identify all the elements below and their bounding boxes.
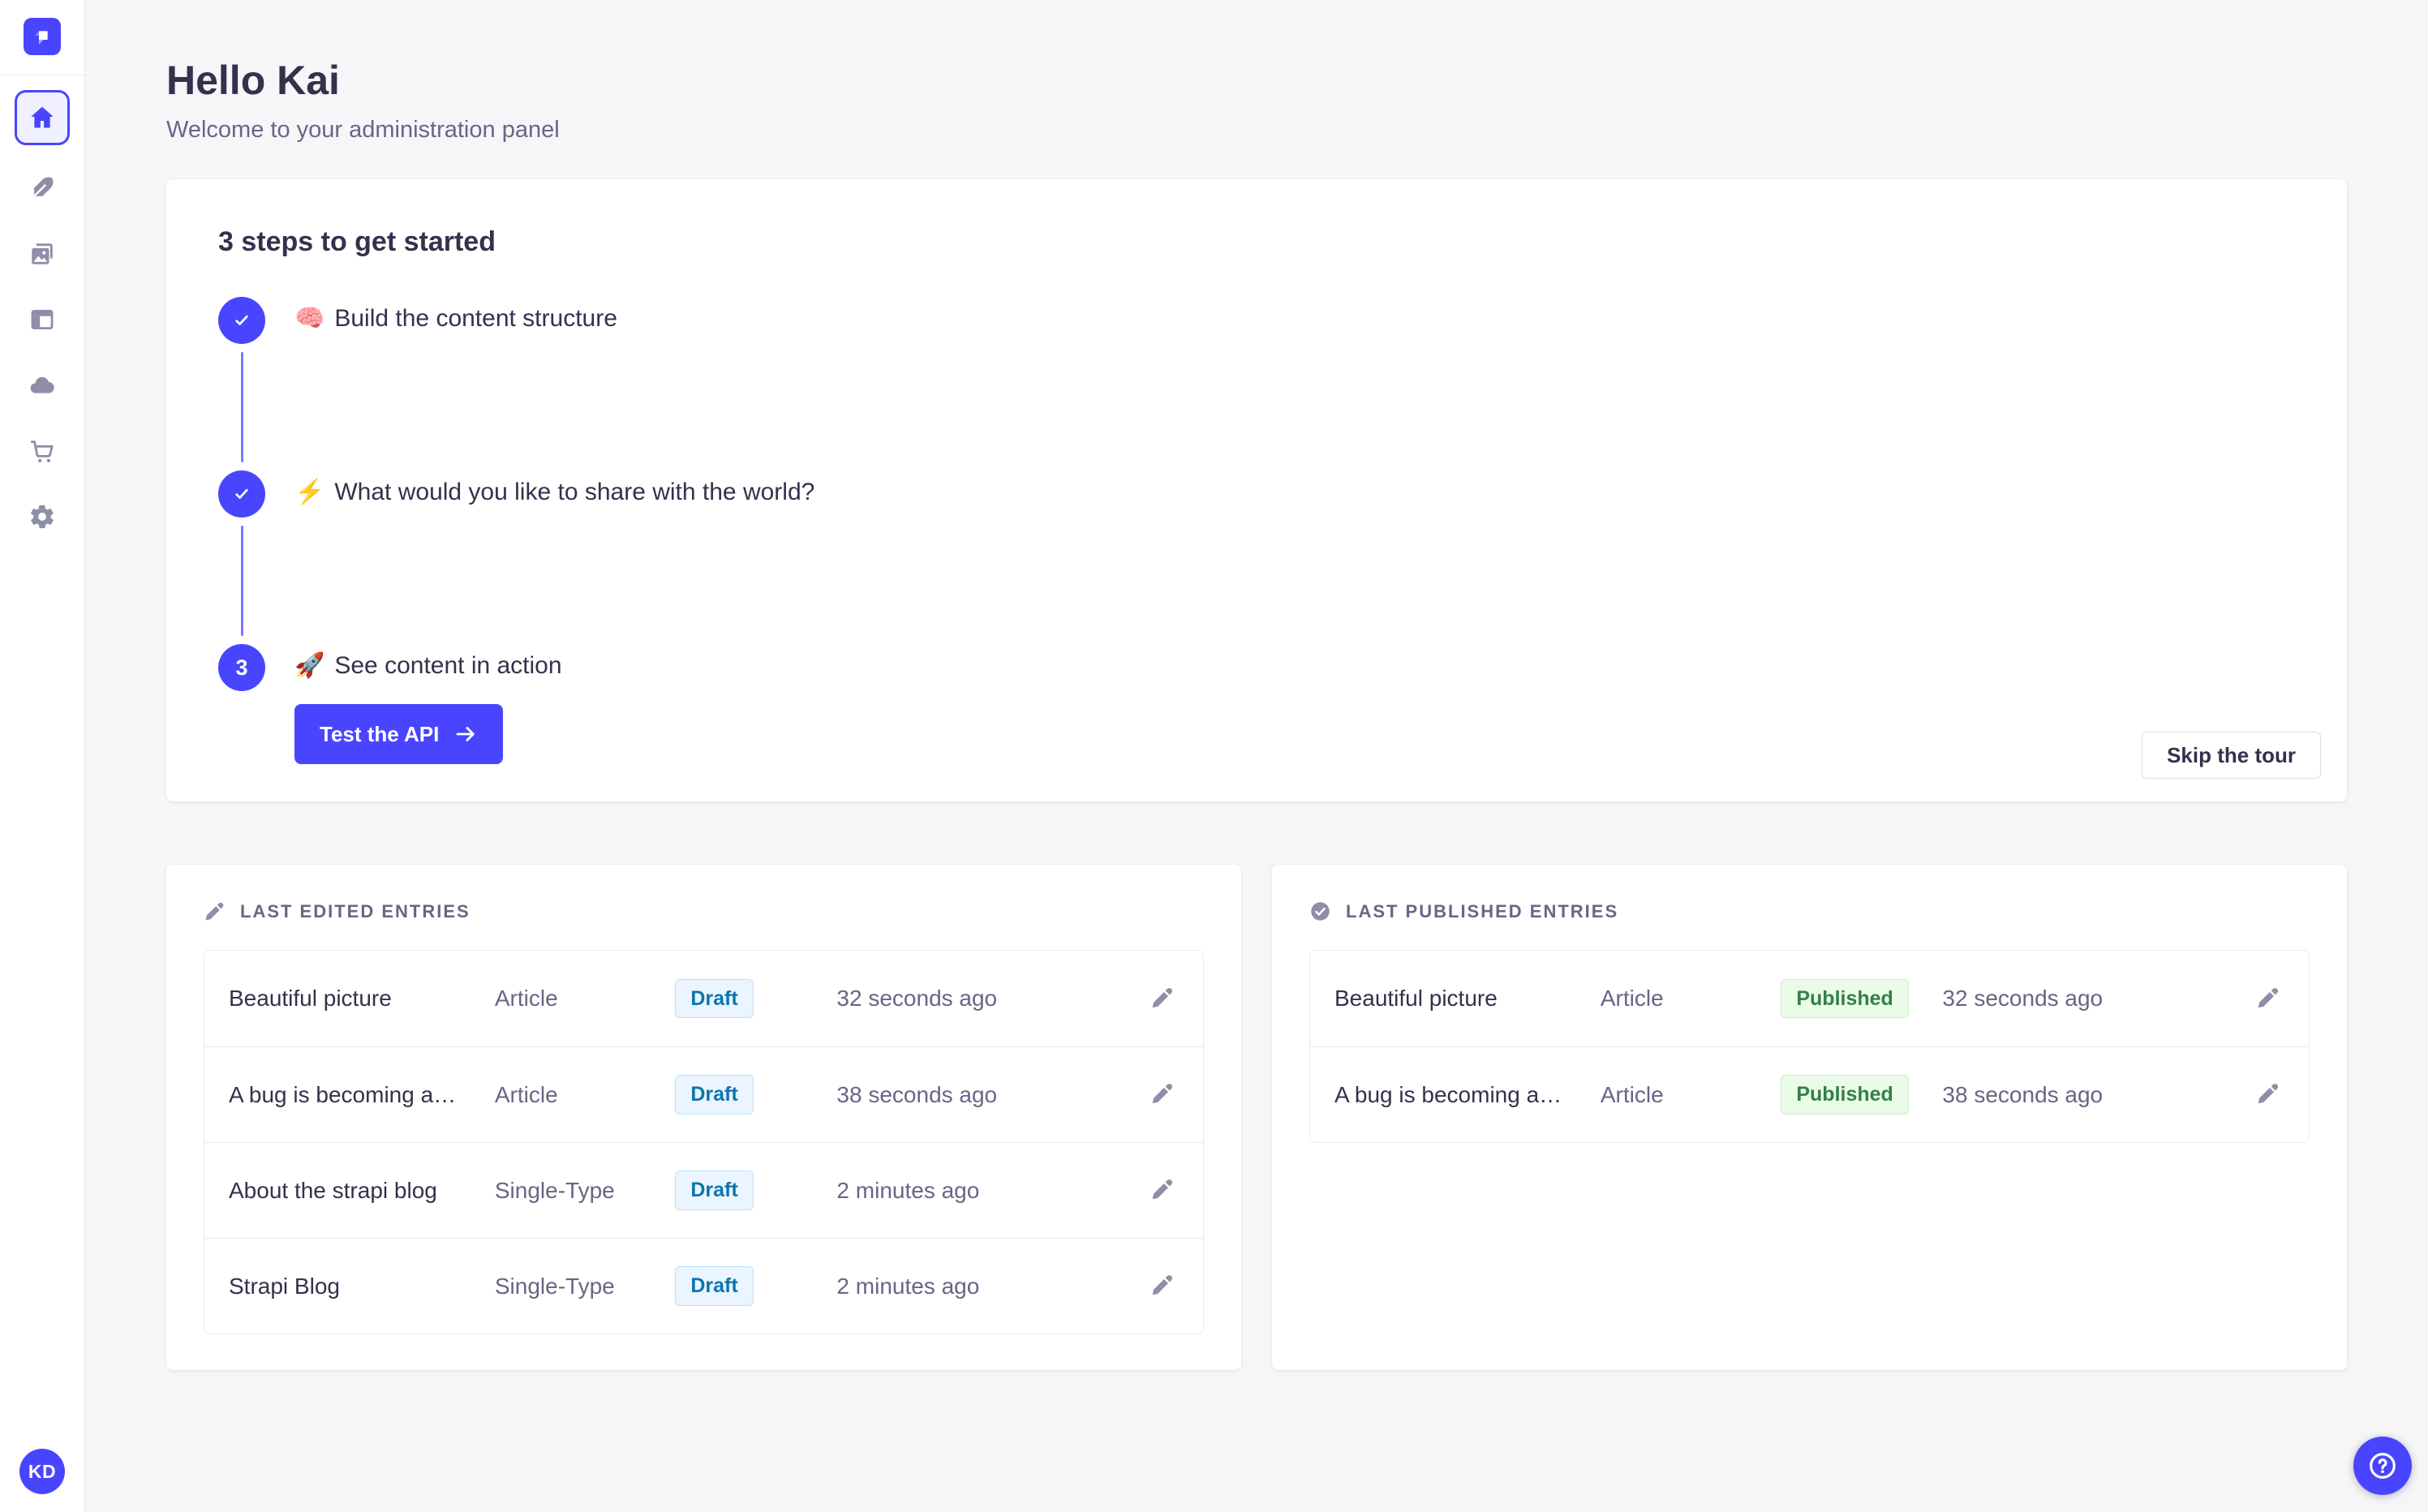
status-badge: Draft <box>675 1171 754 1210</box>
step-connector <box>240 526 243 636</box>
step-2-done-icon <box>218 470 265 518</box>
pencil-icon <box>1152 1179 1173 1200</box>
status-badge: Draft <box>675 978 754 1019</box>
sidebar-item-settings[interactable] <box>28 503 56 530</box>
onboarding-card: 3 steps to get started 🧠 Build the conte… <box>166 179 2347 801</box>
step-see-content-in-action: 3 🚀 See content in action Test the API <box>218 644 2295 764</box>
step-1-done-icon <box>218 297 265 344</box>
last-edited-table: Beautiful picture Article Draft 32 secon… <box>204 950 1204 1334</box>
step-3-number-badge: 3 <box>218 644 265 691</box>
page-subtitle: Welcome to your administration panel <box>166 117 560 143</box>
checkmark-icon <box>235 315 248 325</box>
status-badge: Draft <box>675 1266 754 1306</box>
entries-panels: LAST EDITED ENTRIES Beautiful picture Ar… <box>166 865 2347 1370</box>
status-badge: Published <box>1781 978 1909 1019</box>
sidebar-item-content-type-builder[interactable] <box>28 306 56 333</box>
page-title: Hello Kai <box>166 58 340 103</box>
lightning-emoji-icon: ⚡ <box>294 479 325 505</box>
home-icon <box>31 106 54 128</box>
edit-entry-button[interactable] <box>2252 982 2284 1015</box>
sidebar-nav-list <box>28 174 56 530</box>
help-icon <box>2370 1453 2396 1479</box>
step-share-with-world: ⚡ What would you like to share with the … <box>218 470 2295 644</box>
arrow-right-icon <box>456 727 475 741</box>
table-row: A bug is becoming a… Article Published 3… <box>1310 1046 2309 1142</box>
pencil-icon <box>205 902 224 921</box>
step-1-label: Build the content structure <box>334 305 617 332</box>
last-edited-title: LAST EDITED ENTRIES <box>240 900 471 921</box>
sidebar-item-home[interactable] <box>15 90 70 145</box>
avatar[interactable]: KD <box>19 1449 65 1494</box>
gear-icon <box>31 505 54 529</box>
sidebar-item-media-library[interactable] <box>28 240 56 268</box>
step-build-content-structure: 🧠 Build the content structure <box>218 297 2295 470</box>
sidebar-item-cloud[interactable] <box>28 372 56 399</box>
edit-entry-button[interactable] <box>1146 1270 1179 1303</box>
table-row: About the strapi blog Single-Type Draft … <box>204 1142 1203 1238</box>
last-published-title: LAST PUBLISHED ENTRIES <box>1346 900 1619 921</box>
main-content: Hello Kai Welcome to your administration… <box>85 0 2428 1370</box>
pencil-icon <box>1152 1084 1173 1104</box>
rocket-emoji-icon: 🚀 <box>294 652 325 679</box>
strapi-logo-icon <box>34 31 48 45</box>
last-edited-panel: LAST EDITED ENTRIES Beautiful picture Ar… <box>166 865 1241 1370</box>
pencil-icon <box>1152 1275 1173 1295</box>
sidebar-item-marketplace[interactable] <box>28 437 56 465</box>
table-row: Beautiful picture Article Published 32 s… <box>1310 951 2309 1046</box>
step-2-label: What would you like to share with the wo… <box>334 479 815 505</box>
pencil-icon <box>2258 987 2279 1007</box>
onboarding-title: 3 steps to get started <box>218 226 496 257</box>
pencil-icon <box>2258 1084 2279 1104</box>
last-published-panel: LAST PUBLISHED ENTRIES Beautiful picture… <box>1272 865 2347 1370</box>
status-badge: Draft <box>675 1075 754 1115</box>
checkmark-icon <box>235 488 248 499</box>
sidebar-item-content-manager[interactable] <box>28 174 56 202</box>
step-connector <box>240 352 243 462</box>
edit-entry-button[interactable] <box>1146 1175 1179 1207</box>
layout-icon <box>31 309 54 330</box>
sidebar: KD <box>0 0 85 1512</box>
feather-icon <box>32 177 54 199</box>
test-the-api-button[interactable]: Test the API <box>294 704 504 764</box>
table-row: A bug is becoming a… Article Draft 38 se… <box>204 1046 1203 1142</box>
pencil-icon <box>1152 987 1173 1007</box>
sidebar-nav <box>15 75 70 530</box>
last-published-table: Beautiful picture Article Published 32 s… <box>1309 950 2310 1143</box>
check-circle-icon <box>1311 902 1330 921</box>
images-icon <box>32 243 53 264</box>
brain-emoji-icon: 🧠 <box>294 305 325 332</box>
cart-icon <box>30 440 54 463</box>
edit-entry-button[interactable] <box>2252 1079 2284 1111</box>
page-header: Hello Kai Welcome to your administration… <box>166 57 2347 144</box>
step-3-label: See content in action <box>334 652 562 679</box>
table-row: Strapi Blog Single-Type Draft 2 minutes … <box>204 1238 1203 1334</box>
strapi-logo[interactable] <box>24 18 61 55</box>
onboarding-steps: 🧠 Build the content structure ⚡ What wou… <box>218 297 2295 764</box>
cloud-icon <box>30 376 54 393</box>
edit-entry-button[interactable] <box>1146 982 1179 1015</box>
status-badge: Published <box>1781 1075 1909 1115</box>
skip-tour-button[interactable]: Skip the tour <box>2142 732 2321 779</box>
help-button[interactable] <box>2353 1437 2412 1495</box>
edit-entry-button[interactable] <box>1146 1079 1179 1111</box>
table-row: Beautiful picture Article Draft 32 secon… <box>204 951 1203 1046</box>
